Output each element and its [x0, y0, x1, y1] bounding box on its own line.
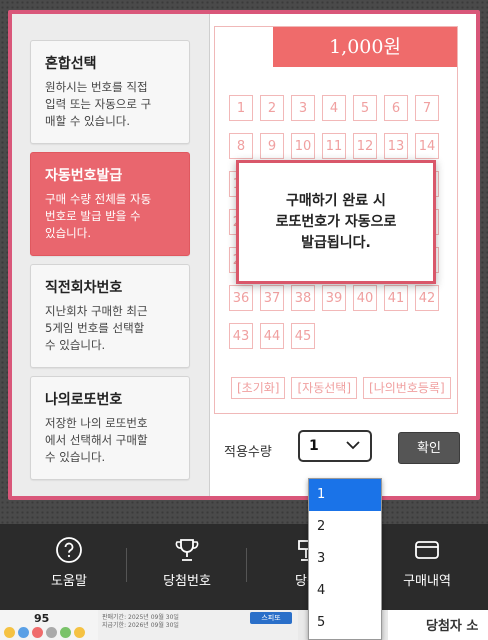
ball-icon [46, 627, 57, 638]
mode-description: 지난회차 구매한 최근 5게임 번호를 선택할 수 있습니다. [45, 304, 148, 352]
quantity-selected-value: 1 [309, 438, 319, 454]
lotto-number-3[interactable]: 3 [291, 95, 315, 121]
mode-description: 구매 수량 전체를 자동 번호로 발급 받을 수 있습니다. [45, 192, 152, 240]
chevron-down-icon [346, 441, 360, 450]
lotto-balls [4, 627, 85, 638]
lotto-number-11[interactable]: 11 [322, 133, 346, 159]
lotto-number-39[interactable]: 39 [322, 285, 346, 311]
lotto-number-37[interactable]: 37 [260, 285, 284, 311]
reset-button[interactable]: [초기화] [231, 377, 286, 399]
lotto-number-9[interactable]: 9 [260, 133, 284, 159]
lotto-number-12[interactable]: 12 [353, 133, 377, 159]
lotto-number-7[interactable]: 7 [415, 95, 439, 121]
nav-label: 구매내역 [403, 574, 451, 589]
mode-card-mixed[interactable]: 혼합선택 원하시는 번호를 직접 입력 또는 자동으로 구 매할 수 있습니다. [30, 40, 190, 144]
lotto-number-8[interactable]: 8 [229, 133, 253, 159]
notice-line: 발급됩니다. [301, 234, 371, 251]
lotto-number-6[interactable]: 6 [384, 95, 408, 121]
notice-line: 로또번호가 자동으로 [275, 213, 397, 230]
lotto-number-36[interactable]: 36 [229, 285, 253, 311]
trophy-icon [175, 539, 199, 561]
mode-card-my-numbers[interactable]: 나의로또번호 저장한 나의 로또번호 에서 선택해서 구매할 수 있습니다. [30, 376, 190, 480]
ball-icon [32, 627, 43, 638]
mode-title: 직전회차번호 [45, 280, 123, 296]
register-my-numbers-button[interactable]: [나의번호등록] [363, 377, 451, 399]
lotto-number-44[interactable]: 44 [260, 323, 284, 349]
lotto-number-2[interactable]: 2 [260, 95, 284, 121]
quantity-option[interactable]: 2 [309, 511, 381, 543]
bottom-nav: 도움말 당첨번호 당첨 구매내역 [0, 524, 488, 610]
mode-column: 혼합선택 원하시는 번호를 직접 입력 또는 자동으로 구 매할 수 있습니다. 자… [12, 14, 210, 496]
round-number: 95 [34, 612, 50, 625]
mode-title: 혼합선택 [45, 56, 97, 72]
help-circle-icon [56, 537, 82, 563]
lotto-number-4[interactable]: 4 [322, 95, 346, 121]
quantity-dropdown-list: 1 2 3 4 5 [308, 478, 382, 640]
nav-item-help[interactable]: 도움말 [14, 536, 124, 589]
quantity-label: 적용수량 [224, 445, 272, 460]
lotto-number-45[interactable]: 45 [291, 323, 315, 349]
notice-line: 구매하기 완료 시 [286, 192, 386, 209]
nav-label: 당첨번호 [163, 574, 211, 589]
lotto-number-5[interactable]: 5 [353, 95, 377, 121]
mode-card-previous-round[interactable]: 직전회차번호 지난회차 구매한 최근 5게임 번호를 선택할 수 있습니다. [30, 264, 190, 368]
lotto-number-43[interactable]: 43 [229, 323, 253, 349]
lotto-number-1[interactable]: 1 [229, 95, 253, 121]
promo-banner-mid[interactable]: 판매기간: 2025년 09월 30일 지급기한: 2026년 09월 30일 … [98, 610, 298, 640]
mode-description: 저장한 나의 로또번호 에서 선택해서 구매할 수 있습니다. [45, 416, 148, 464]
lotto-number-14[interactable]: 14 [415, 133, 439, 159]
nav-item-purchase-history[interactable]: 구매내역 [372, 536, 482, 589]
nav-item-winning-numbers[interactable]: 당첨번호 [132, 536, 242, 589]
quantity-option[interactable]: 1 [309, 479, 381, 511]
winner-banner[interactable]: 당첨자 소 [388, 610, 488, 640]
mode-title: 자동번호발급 [45, 168, 123, 184]
quantity-option[interactable]: 5 [309, 607, 381, 639]
nav-divider [246, 548, 247, 582]
mode-title: 나의로또번호 [45, 392, 123, 408]
lotto-number-40[interactable]: 40 [353, 285, 377, 311]
payout-period: 지급기한: 2026년 09월 30일 [102, 622, 179, 629]
promo-banner-left[interactable]: 95 [0, 610, 98, 640]
lotto-number-13[interactable]: 13 [384, 133, 408, 159]
nav-label: 도움말 [51, 574, 87, 589]
lotto-number-10[interactable]: 10 [291, 133, 315, 159]
auto-issue-notice: 구매하기 완료 시 로또번호가 자동으로 발급됩니다. [236, 160, 436, 284]
auto-select-button[interactable]: [자동선택] [291, 377, 358, 399]
mode-description: 원하시는 번호를 직접 입력 또는 자동으로 구 매할 수 있습니다. [45, 80, 152, 128]
quantity-option[interactable]: 4 [309, 575, 381, 607]
confirm-button[interactable]: 확인 [398, 432, 460, 464]
card-icon [415, 541, 439, 559]
speetto-logo: 스피또 [250, 612, 292, 624]
ball-icon [4, 627, 15, 638]
promo-banner-strip: 95 판매기간: 2025년 09월 30일 지급기한: 2026년 09월 3… [0, 610, 488, 640]
quantity-select[interactable]: 1 [298, 430, 372, 462]
ball-icon [74, 627, 85, 638]
lotto-number-38[interactable]: 38 [291, 285, 315, 311]
mode-card-auto[interactable]: 자동번호발급 구매 수량 전체를 자동 번호로 발급 받을 수 있습니다. [30, 152, 190, 256]
nav-divider [126, 548, 127, 582]
ball-icon [60, 627, 71, 638]
price-bar: 1,000원 [273, 27, 457, 67]
quantity-option[interactable]: 3 [309, 543, 381, 575]
slip-button-row: [초기화] [자동선택] [나의번호등록] [231, 377, 451, 399]
lotto-number-41[interactable]: 41 [384, 285, 408, 311]
ball-icon [18, 627, 29, 638]
lotto-number-42[interactable]: 42 [415, 285, 439, 311]
